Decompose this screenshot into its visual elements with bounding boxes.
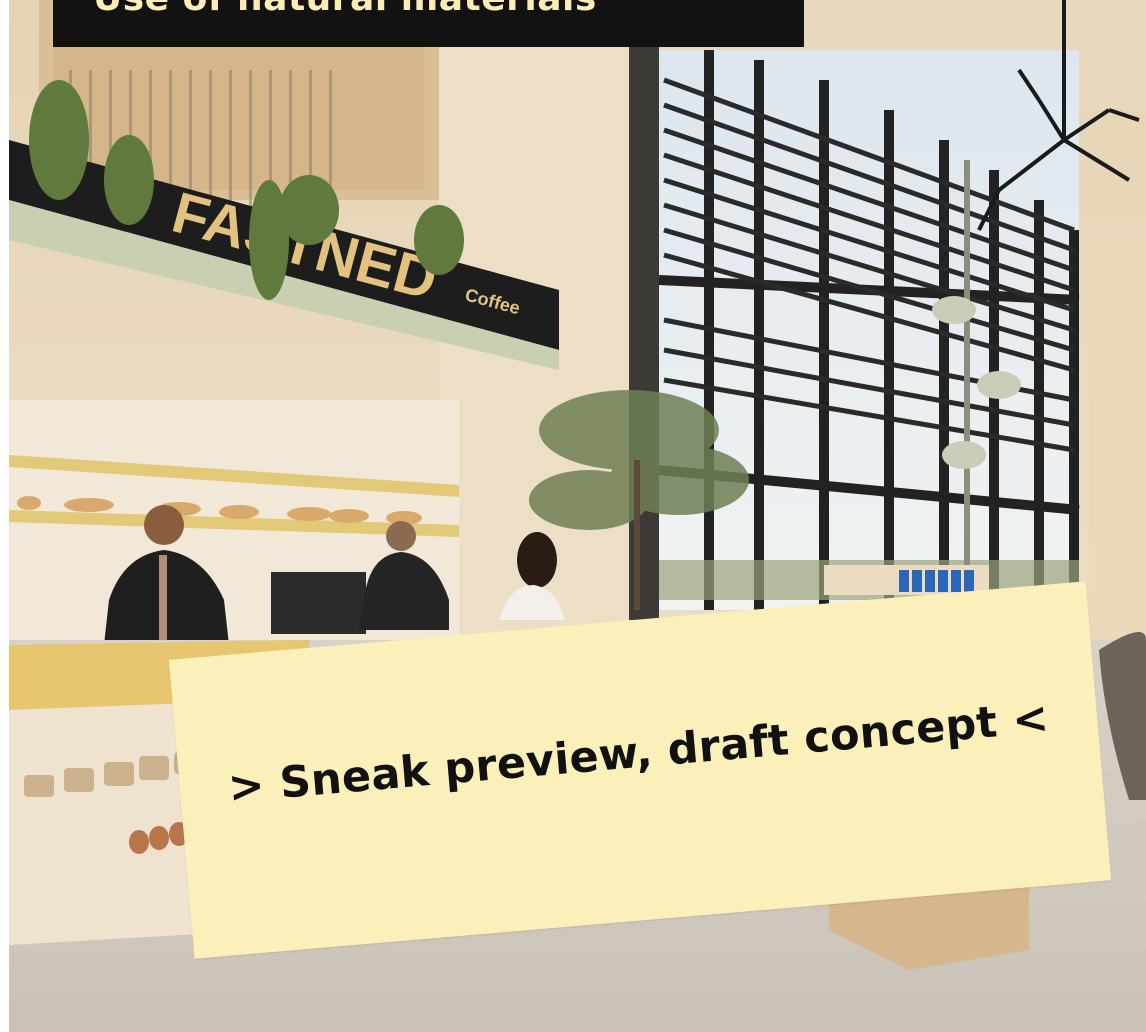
title-bar: Use of natural materials xyxy=(53,0,804,47)
page-title: Use of natural materials xyxy=(93,0,597,19)
sticky-note-text: > Sneak preview, draft concept < xyxy=(226,692,1051,814)
